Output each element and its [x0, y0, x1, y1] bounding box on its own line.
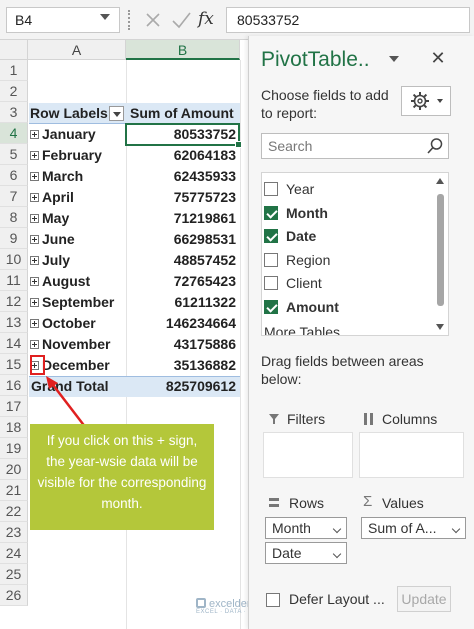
callout-note: If you click on this + sign, the year-ws… — [30, 424, 214, 530]
values-area-label: Values — [382, 495, 424, 511]
pivottable-fields-pane: PivotTable.. ✕ Choose fields to add to r… — [248, 36, 474, 629]
columns-drop-area[interactable] — [359, 432, 464, 478]
field-search-input[interactable]: Search — [261, 133, 449, 159]
defer-layout-label: Defer Layout ... — [289, 591, 385, 607]
rows-field-pill[interactable]: Date — [265, 542, 347, 564]
filters-drop-area[interactable] — [263, 432, 353, 478]
field-checkbox[interactable] — [264, 182, 278, 196]
field-label: Month — [286, 205, 328, 221]
search-icon[interactable] — [426, 137, 444, 155]
scrollbar-thumb[interactable] — [437, 194, 444, 306]
pill-label: Month — [272, 520, 311, 536]
values-field-pill[interactable]: Sum of A... — [361, 517, 466, 539]
tools-button[interactable] — [401, 86, 451, 116]
more-tables-label: More Tables... — [264, 324, 352, 336]
columns-area-label: Columns — [382, 411, 438, 427]
filters-area-label: Filters — [287, 411, 326, 427]
close-icon[interactable]: ✕ — [427, 48, 449, 69]
field-checkbox[interactable] — [264, 229, 278, 243]
field-label: Date — [286, 228, 317, 244]
columns-icon — [364, 413, 373, 425]
chevron-down-icon[interactable] — [451, 524, 461, 534]
field-label: Region — [286, 252, 331, 268]
watermark-logo-icon — [196, 598, 206, 608]
chevron-down-icon[interactable] — [332, 549, 342, 559]
field-label: Amount — [286, 299, 339, 315]
choose-fields-label: Choose fields to add to report: — [261, 87, 389, 121]
field-checkbox[interactable] — [264, 206, 278, 220]
field-checkbox[interactable] — [264, 276, 278, 290]
defer-layout-checkbox[interactable] — [266, 593, 280, 607]
field-checkbox[interactable] — [264, 300, 278, 314]
pill-label: Date — [272, 545, 302, 561]
field-list-scrollbar[interactable] — [433, 174, 447, 334]
pane-options-dropdown-icon[interactable] — [389, 56, 399, 62]
pane-title: PivotTable.. — [261, 48, 370, 71]
rows-field-pill[interactable]: Month — [265, 517, 347, 539]
field-list: Year Month Date Region Client Amount Mor… — [261, 172, 449, 336]
pill-label: Sum of A... — [368, 520, 437, 536]
sigma-icon: Σ — [363, 493, 373, 510]
gear-icon — [411, 92, 443, 110]
chevron-down-icon[interactable] — [332, 524, 342, 534]
field-label: Client — [286, 275, 322, 291]
rows-icon — [269, 498, 279, 507]
drag-fields-label: Drag fields between areas below: — [261, 353, 424, 387]
update-button[interactable]: Update — [397, 586, 451, 612]
field-label: Year — [286, 181, 315, 197]
search-placeholder: Search — [268, 138, 313, 154]
field-checkbox[interactable] — [264, 253, 278, 267]
filter-icon — [269, 414, 279, 424]
rows-area-label: Rows — [289, 495, 325, 511]
